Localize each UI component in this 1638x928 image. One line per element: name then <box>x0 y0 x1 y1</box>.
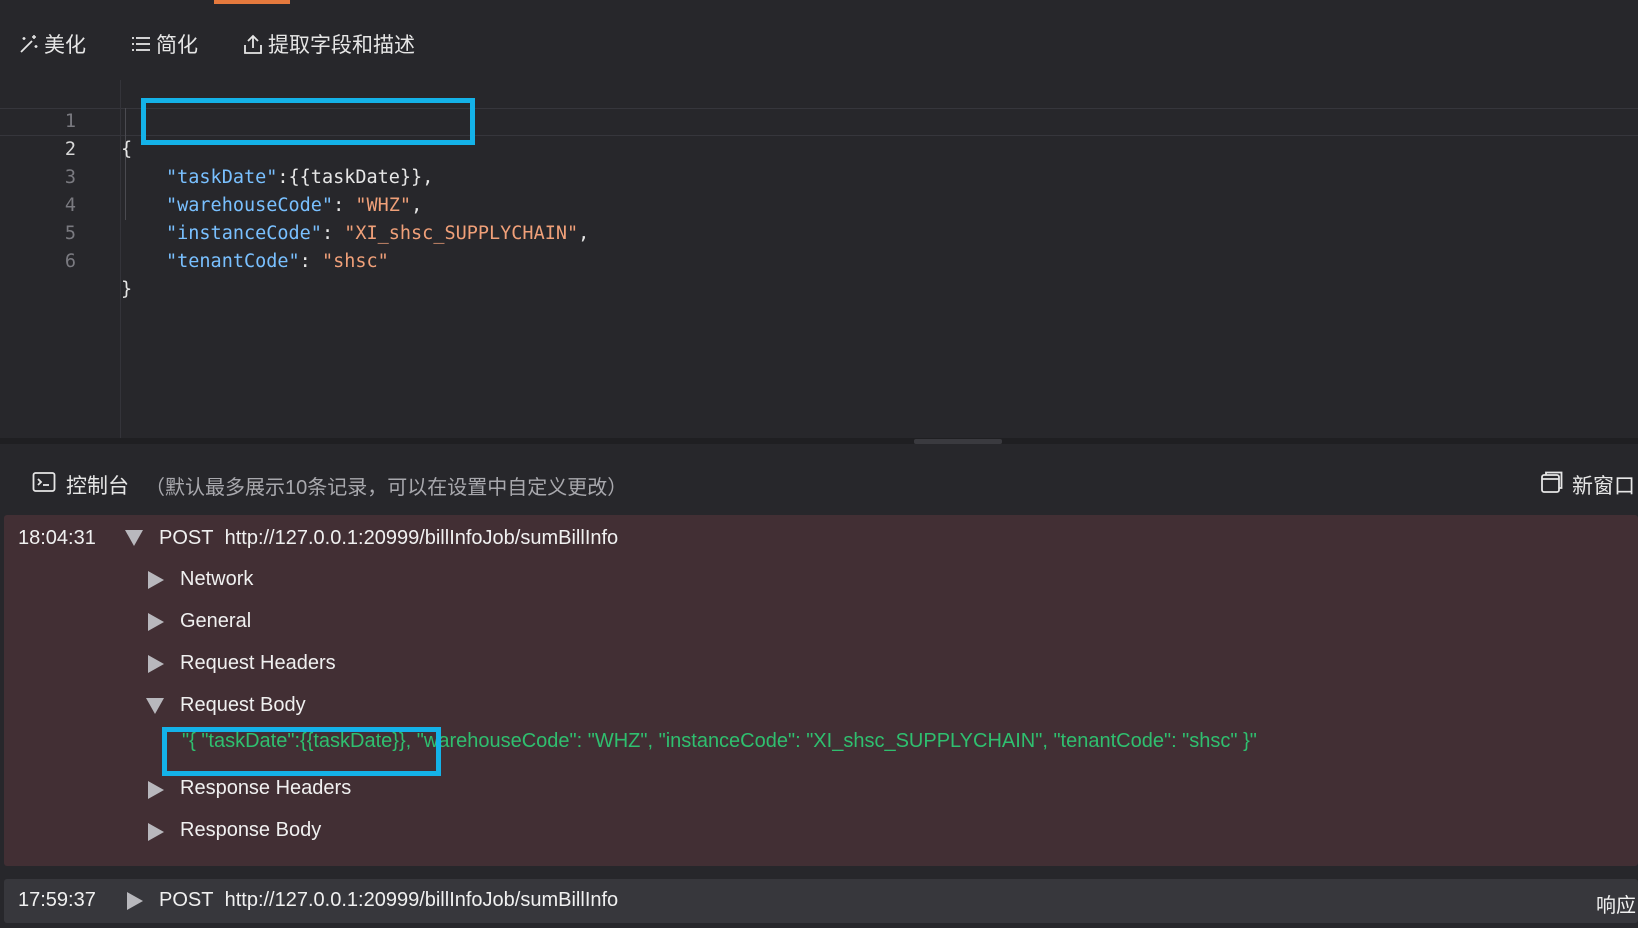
expand-triangle-icon[interactable] <box>148 613 164 631</box>
code-line: 5 "tenantCode": "shsc" <box>0 192 1638 272</box>
new-window-label: 新窗口 <box>1572 475 1635 498</box>
pane-splitter[interactable] <box>0 438 1638 444</box>
json-separator: : <box>299 251 322 272</box>
expand-triangle-icon[interactable] <box>127 892 143 910</box>
console-title: 控制台 （默认最多展示10条记录，可以在设置中自定义更改） <box>32 470 627 500</box>
line-number: 6 <box>64 251 76 272</box>
simplify-button[interactable]: 简化 <box>130 29 198 59</box>
json-key: "tenantCode" <box>166 251 300 272</box>
collapse-triangle-icon[interactable] <box>146 698 164 714</box>
log-entry-collapsed[interactable]: 17:59:37 POST http://127.0.0.1:20999/bil… <box>4 879 1638 923</box>
log-url: http://127.0.0.1:20999/billInfoJob/sumBi… <box>224 527 619 549</box>
console-title-label: 控制台 <box>66 475 129 498</box>
log-request-line[interactable]: POST http://127.0.0.1:20999/billInfoJob/… <box>159 527 618 550</box>
code-text: "tenantCode": "shsc" <box>166 248 389 276</box>
log-url: http://127.0.0.1:20999/billInfoJob/sumBi… <box>224 889 619 911</box>
new-window-button[interactable]: 新窗口 <box>1540 470 1635 500</box>
console-note: （默认最多展示10条记录，可以在设置中自定义更改） <box>145 476 628 499</box>
editor-pane: 美化 简化 提取字段和描述 1 {2 "taskDate":{{taskDat… <box>0 0 1638 440</box>
editor-toolbar: 美化 简化 提取字段和描述 <box>18 26 415 62</box>
log-method: POST <box>159 527 214 549</box>
section-request-body[interactable]: Request Body <box>180 694 306 717</box>
active-tab-indicator <box>214 0 290 4</box>
json-value: "shsc" <box>321 251 389 272</box>
new-window-icon <box>1540 470 1564 500</box>
upload-icon <box>242 33 264 55</box>
log-timestamp: 17:59:37 <box>18 889 96 911</box>
expand-triangle-icon[interactable] <box>148 571 164 589</box>
section-request-headers[interactable]: Request Headers <box>180 652 336 675</box>
console-header: 控制台 （默认最多展示10条记录，可以在设置中自定义更改） 新窗口 <box>0 462 1638 506</box>
beautify-button[interactable]: 美化 <box>18 29 86 59</box>
response-label: 响应 <box>1596 895 1636 917</box>
collapse-triangle-icon[interactable] <box>125 530 143 546</box>
simplify-label: 简化 <box>156 34 198 57</box>
section-response-headers[interactable]: Response Headers <box>180 777 351 800</box>
beautify-label: 美化 <box>44 34 86 57</box>
code-line: 6 } <box>0 220 1638 300</box>
expand-triangle-icon[interactable] <box>148 781 164 799</box>
annotation-highlight-box <box>162 727 441 776</box>
code-text: } <box>121 279 133 300</box>
log-entry-expanded: 18:04:31 POST http://127.0.0.1:20999/bil… <box>4 515 1638 866</box>
extract-fields-label: 提取字段和描述 <box>268 34 415 57</box>
magic-wand-icon <box>18 33 40 55</box>
section-network[interactable]: Network <box>180 568 253 591</box>
expand-triangle-icon[interactable] <box>148 823 164 841</box>
section-response-body[interactable]: Response Body <box>180 819 321 842</box>
extract-fields-button[interactable]: 提取字段和描述 <box>242 29 415 59</box>
section-general[interactable]: General <box>180 610 251 633</box>
code-line: 4 "instanceCode": "XI_shsc_SUPPLYCHAIN", <box>0 164 1638 244</box>
log-method: POST <box>159 889 214 911</box>
log-request-line[interactable]: POST http://127.0.0.1:20999/billInfoJob/… <box>159 889 618 912</box>
annotation-highlight-box <box>141 98 475 145</box>
log-timestamp: 18:04:31 <box>18 527 96 549</box>
terminal-icon <box>32 471 56 499</box>
expand-triangle-icon[interactable] <box>148 655 164 673</box>
splitter-handle[interactable] <box>914 439 1002 444</box>
list-icon <box>130 33 152 55</box>
